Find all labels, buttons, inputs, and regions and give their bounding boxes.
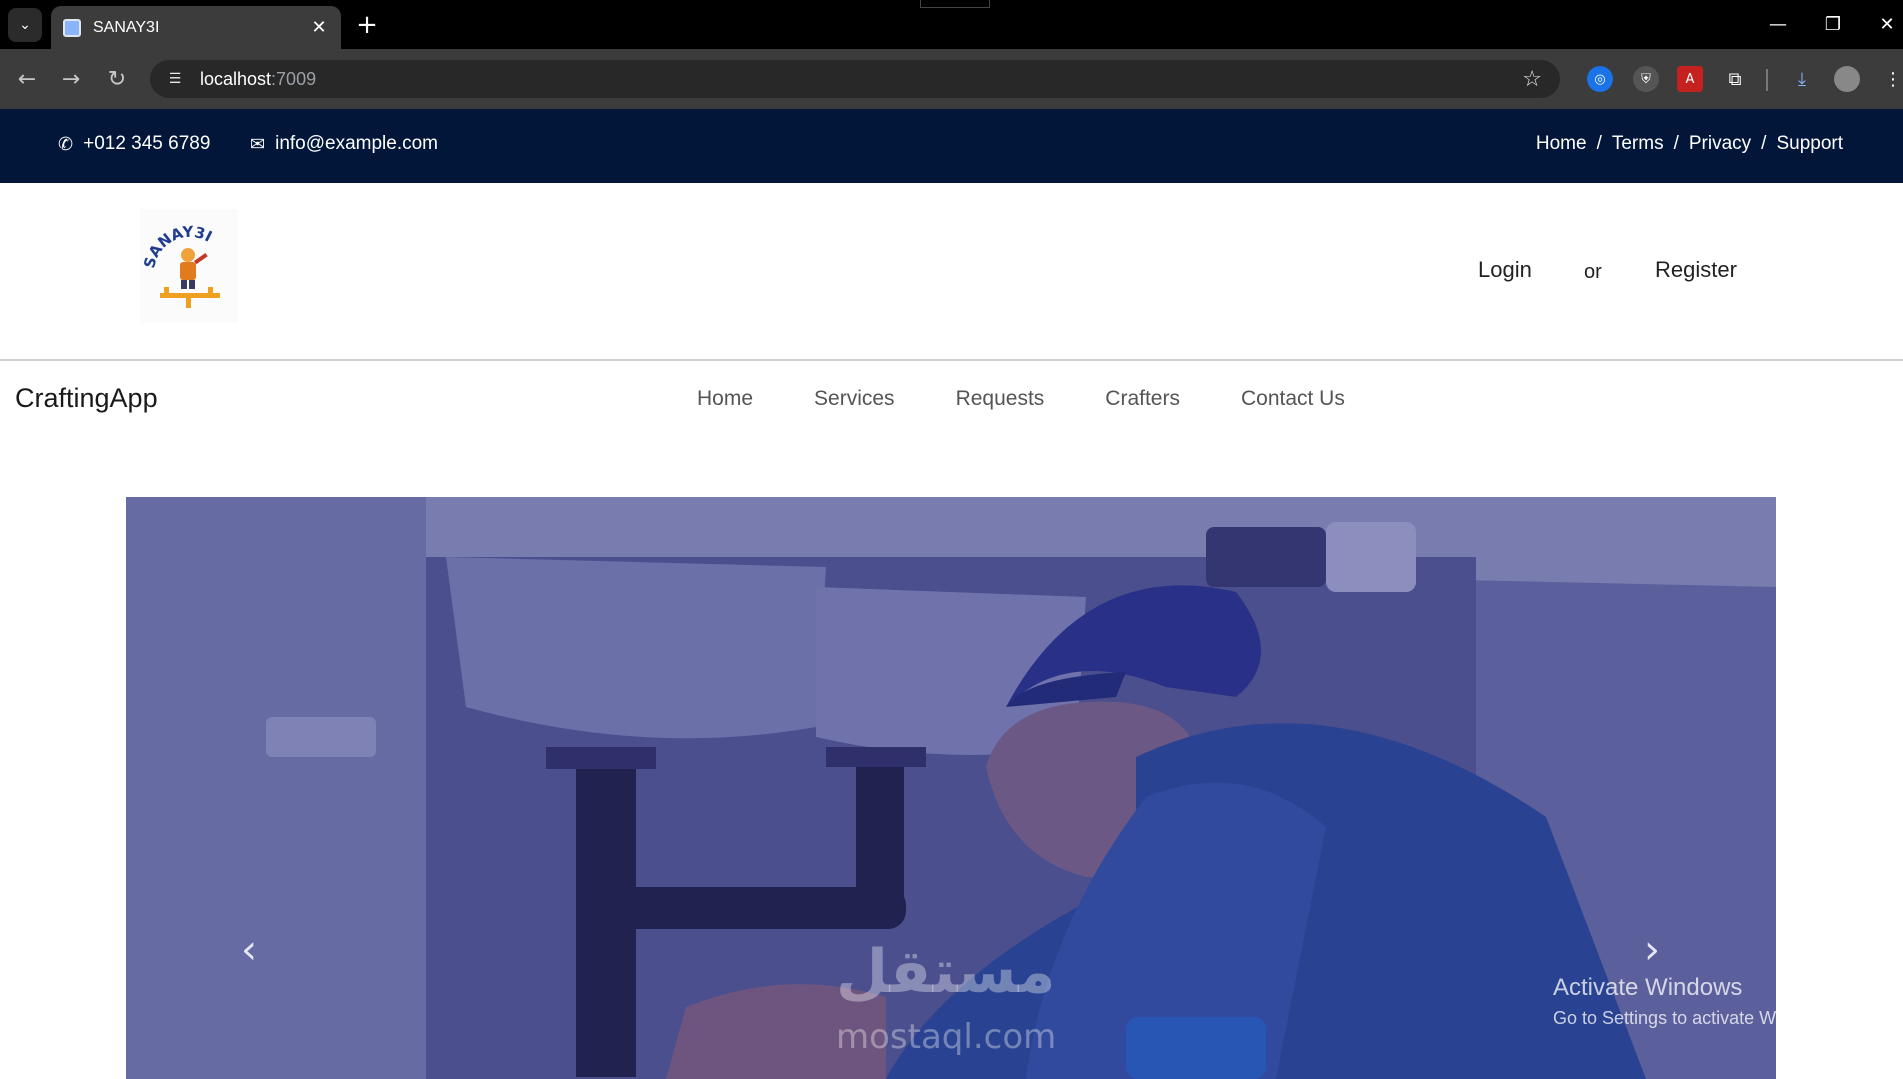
download-icon[interactable]: ⤓ [1789,66,1815,92]
site-header: SANAY3I Login or Register [0,183,1903,361]
nav-item-requests[interactable]: Requests [956,387,1045,411]
back-arrow-icon[interactable]: ← [12,64,42,94]
tab-search-button[interactable]: ⌄ [8,8,42,42]
close-tab-icon[interactable]: ✕ [309,17,329,38]
bookmark-star-icon[interactable]: ☆ [1522,67,1542,92]
register-link[interactable]: Register [1655,257,1737,283]
phone-contact[interactable]: ✆ +012 345 6789 [58,133,210,155]
site-logo[interactable]: SANAY3I [140,209,238,323]
close-window-icon[interactable]: ✕ [1864,8,1903,40]
top-link-terms[interactable]: Terms [1612,133,1664,155]
shield-extension-icon[interactable]: ⛨ [1633,66,1659,92]
pdf-extension-icon[interactable]: A [1677,66,1703,92]
toolbar-divider [1766,69,1768,91]
activate-windows-notice: Activate Windows Go to Settings to activ… [1553,974,1837,1029]
browser-tab[interactable]: SANAY3I ✕ [51,6,341,49]
restore-window-icon[interactable]: ❐ [1810,8,1856,40]
link-separator: / [1673,133,1679,154]
logo-text: SANAY3I [140,223,215,270]
window-drag-area [920,0,990,8]
top-link-home[interactable]: Home [1536,133,1587,155]
forward-arrow-icon[interactable]: → [56,64,86,94]
browser-menu-icon[interactable]: ⋮ [1880,66,1903,92]
browser-toolbar: ← → ↻ ☰ localhost:7009 ☆ ◎ ⛨ A ⧉ ⤓ ⋮ [0,49,1903,109]
extension-icon[interactable]: ◎ [1587,66,1613,92]
carousel-prev-icon[interactable]: ‹ [229,927,269,973]
nav-item-home[interactable]: Home [697,387,753,411]
top-contact-bar: ✆ +012 345 6789 ✉ info@example.com Home … [0,109,1903,183]
nav-item-contact-us[interactable]: Contact Us [1241,387,1345,411]
address-bar[interactable]: ☰ localhost:7009 ☆ [150,60,1560,98]
profile-avatar[interactable] [1834,66,1860,92]
link-separator: / [1596,133,1602,154]
browser-tab-strip: ⌄ SANAY3I ✕ + — ❐ ✕ [0,0,1903,49]
brand-name[interactable]: CraftingApp [15,383,158,414]
activate-windows-title: Activate Windows [1553,974,1743,1001]
svg-text:SANAY3I: SANAY3I [140,223,215,270]
nav-item-crafters[interactable]: Crafters [1105,387,1180,411]
envelope-icon: ✉ [250,133,266,154]
url-port: :7009 [271,68,317,89]
phone-icon: ✆ [58,133,74,154]
email-contact[interactable]: ✉ info@example.com [250,133,438,155]
minimize-window-icon[interactable]: — [1755,8,1801,40]
extensions-puzzle-icon[interactable]: ⧉ [1722,66,1748,92]
page-favicon-icon [63,18,81,37]
main-navbar: CraftingApp Home Services Requests Craft… [0,363,1903,433]
craftsman-logo-icon: SANAY3I [140,223,220,308]
tab-title: SANAY3I [93,18,160,36]
reload-icon[interactable]: ↻ [102,64,132,94]
nav-item-services[interactable]: Services [814,387,895,411]
top-link-support[interactable]: Support [1776,133,1843,155]
email-address: info@example.com [275,133,439,154]
top-links: Home / Terms / Privacy / Support [1536,133,1843,155]
watermark-arabic: مستقل [836,937,1056,1007]
activate-windows-subtitle: Go to Settings to activate Windows. [1553,1008,1838,1028]
new-tab-button[interactable]: + [352,10,382,40]
url-host: localhost [200,68,272,89]
site-info-icon[interactable]: ☰ [164,68,186,90]
carousel-next-icon[interactable]: › [1632,927,1672,973]
nav-menu: Home Services Requests Crafters Contact … [697,387,1406,411]
login-link[interactable]: Login [1478,257,1532,283]
hero-carousel: ‹ › مستقل mostaql.com [126,497,1776,1079]
auth-or-text: or [1584,261,1602,283]
phone-number: +012 345 6789 [83,133,211,154]
top-link-privacy[interactable]: Privacy [1689,133,1751,155]
link-separator: / [1761,133,1767,154]
watermark-url: mostaql.com [836,1017,1057,1057]
